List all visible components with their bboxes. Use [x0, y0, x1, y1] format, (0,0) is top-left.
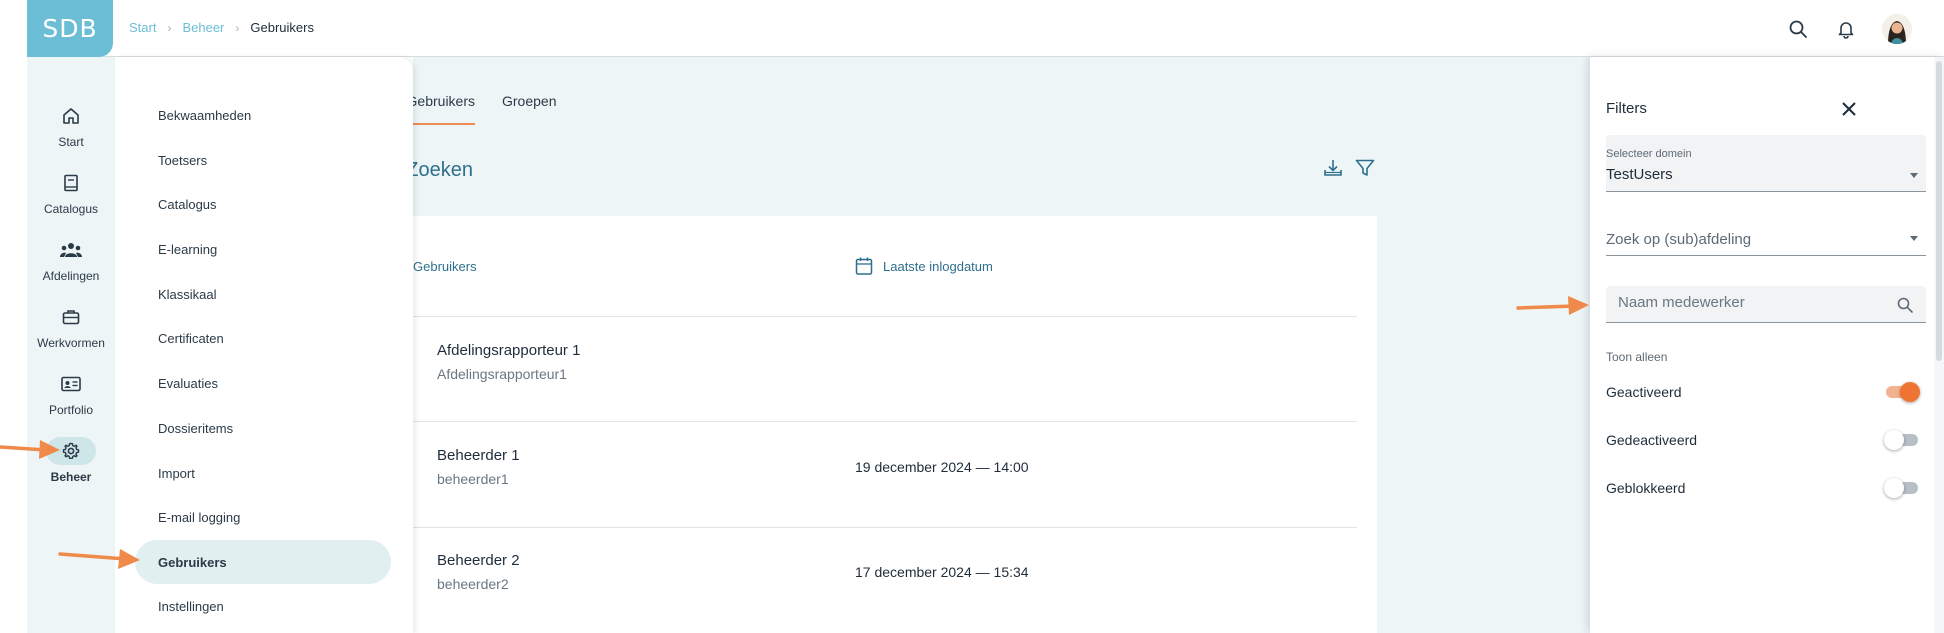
column-header-users[interactable]: Gebruikers	[413, 216, 477, 316]
close-icon[interactable]	[1837, 97, 1861, 121]
main-content: Gebruikers Groepen Zoeken Gebruikers Laa…	[413, 57, 1590, 633]
toggle-row-geactiveerd: Geactiveerd	[1606, 380, 1926, 404]
rail-item-catalogus[interactable]: Catalogus	[27, 169, 115, 216]
submenu-item-bekwaamheden[interactable]: Bekwaamheden	[135, 93, 391, 137]
domain-select[interactable]: Selecteer domein TestUsers	[1606, 135, 1926, 192]
column-header-label: Laatste inlogdatum	[883, 258, 993, 274]
show-only-label: Toon alleen	[1606, 350, 1668, 364]
submenu-item-catalogus[interactable]: Catalogus	[135, 182, 391, 226]
download-icon[interactable]	[1322, 157, 1344, 184]
submenu-item-import[interactable]: Import	[135, 451, 391, 495]
header-actions	[1762, 0, 1944, 57]
beheer-submenu: Bekwaamheden Toetsers Catalogus E-learni…	[115, 57, 413, 633]
chevron-right-icon: ›	[235, 20, 240, 35]
arrow-annotation-icon	[58, 549, 140, 569]
page-title: Zoeken	[413, 159, 473, 181]
submenu-item-dossieritems[interactable]: Dossieritems	[135, 406, 391, 450]
search-icon[interactable]	[1896, 296, 1914, 319]
column-header-last-login[interactable]: Laatste inlogdatum	[855, 216, 993, 316]
calendar-icon	[855, 256, 873, 276]
rail-item-portfolio[interactable]: Portfolio	[27, 370, 115, 417]
scrollbar-thumb[interactable]	[1936, 61, 1942, 361]
rail-item-werkvormen[interactable]: Werkvormen	[27, 303, 115, 350]
filters-panel: Filters Selecteer domein TestUsers Zoek …	[1590, 57, 1944, 633]
avatar[interactable]	[1882, 13, 1912, 44]
rail-label: Catalogus	[43, 202, 99, 216]
submenu-item-gebruikers[interactable]: Gebruikers	[135, 540, 391, 584]
rail-label: Start	[58, 135, 84, 149]
chevron-right-icon: ›	[167, 20, 172, 35]
rail-item-afdelingen[interactable]: Afdelingen	[27, 236, 115, 283]
submenu-item-toetsers[interactable]: Toetsers	[135, 138, 391, 182]
geblokkeerd-toggle[interactable]	[1884, 478, 1920, 498]
user-login: beheerder1	[437, 471, 509, 487]
search-icon[interactable]	[1786, 17, 1810, 41]
submenu-item-e-learning[interactable]: E-learning	[135, 227, 391, 271]
tab-gebruikers[interactable]: Gebruikers	[413, 93, 475, 125]
geactiveerd-toggle[interactable]	[1884, 382, 1920, 402]
divider	[413, 421, 1357, 422]
last-login-date: 17 december 2024 — 15:34	[855, 564, 1029, 580]
filters-title: Filters	[1606, 100, 1647, 117]
tab-groepen[interactable]: Groepen	[502, 93, 556, 125]
breadcrumb-start[interactable]: Start	[129, 20, 156, 35]
scrollbar[interactable]	[1934, 57, 1944, 633]
user-name: Beheerder 1	[437, 447, 520, 464]
caret-down-icon	[1910, 236, 1918, 241]
caret-down-icon	[1910, 173, 1918, 178]
submenu-item-certificaten[interactable]: Certificaten	[135, 316, 391, 360]
group-icon	[46, 236, 96, 264]
column-header-label: Gebruikers	[413, 258, 477, 274]
users-table: Gebruikers Laatste inlogdatum Afdelingsr…	[413, 216, 1377, 633]
arrow-annotation-icon	[1516, 296, 1589, 315]
toggle-label: Gedeactiveerd	[1606, 432, 1698, 448]
toggle-row-geblokkeerd: Geblokkeerd	[1606, 476, 1926, 500]
bell-icon[interactable]	[1834, 17, 1858, 41]
user-name: Afdelingsrapporteur 1	[437, 342, 581, 359]
rail-item-start[interactable]: Start	[27, 102, 115, 149]
divider	[413, 316, 1357, 317]
breadcrumb: Start › Beheer › Gebruikers	[129, 20, 314, 35]
department-select-placeholder: Zoek op (sub)afdeling	[1606, 231, 1752, 248]
user-login: Afdelingsrapporteur1	[437, 366, 567, 382]
arrow-annotation-icon	[0, 440, 60, 459]
domain-select-label: Selecteer domein	[1606, 148, 1692, 160]
divider	[413, 527, 1357, 528]
toggle-label: Geactiveerd	[1606, 384, 1682, 400]
employee-search-input[interactable]	[1618, 294, 1878, 311]
book-icon	[46, 169, 96, 197]
home-icon	[46, 102, 96, 130]
top-bar: SDB Start › Beheer › Gebruikers	[27, 0, 1944, 57]
submenu-item-evaluaties[interactable]: Evaluaties	[135, 361, 391, 405]
logo[interactable]: SDB	[27, 0, 113, 57]
last-login-date: 19 december 2024 — 14:00	[855, 459, 1029, 475]
tabs: Gebruikers Groepen	[413, 93, 583, 125]
submenu-item-instellingen[interactable]: Instellingen	[135, 584, 391, 628]
rail-label: Beheer	[50, 470, 92, 484]
domain-select-value: TestUsers	[1606, 166, 1673, 183]
rail-label: Portfolio	[48, 403, 94, 417]
breadcrumb-current: Gebruikers	[250, 20, 314, 35]
rail-label: Werkvormen	[37, 336, 105, 350]
submenu-item-email-logging[interactable]: E-mail logging	[135, 495, 391, 539]
department-select[interactable]: Zoek op (sub)afdeling	[1606, 209, 1926, 256]
id-card-icon	[46, 370, 96, 398]
gedeactiveerd-toggle[interactable]	[1884, 430, 1920, 450]
user-login: beheerder2	[437, 576, 509, 592]
breadcrumb-beheer[interactable]: Beheer	[182, 20, 224, 35]
user-name: Beheerder 2	[437, 552, 520, 569]
submenu-item-klassikaal[interactable]: Klassikaal	[135, 272, 391, 316]
toggle-row-gedeactiveerd: Gedeactiveerd	[1606, 428, 1926, 452]
filter-icon[interactable]	[1354, 157, 1376, 184]
toggle-label: Geblokkeerd	[1606, 480, 1686, 496]
rail-label: Afdelingen	[42, 269, 100, 283]
employee-search-field	[1606, 286, 1926, 323]
briefcase-icon	[46, 303, 96, 331]
left-margin	[0, 0, 27, 633]
table-actions	[1322, 157, 1376, 184]
